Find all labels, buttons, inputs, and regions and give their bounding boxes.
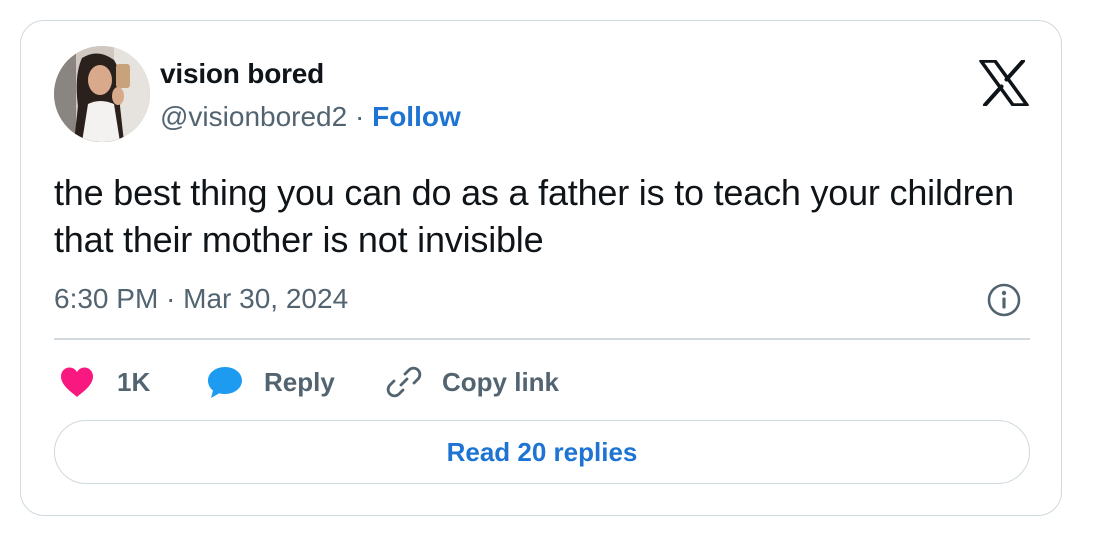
handle-row: @visionbored2 · Follow <box>160 101 461 133</box>
copy-link-button[interactable]: Copy link <box>386 362 559 402</box>
tweet-text: the best thing you can do as a father is… <box>54 172 1014 260</box>
tweet-card: vision bored @visionbored2 · Follow the … <box>20 20 1062 516</box>
avatar[interactable] <box>54 46 150 142</box>
author-handle[interactable]: @visionbored2 <box>160 101 347 132</box>
x-logo-icon[interactable] <box>979 60 1029 106</box>
reply-button[interactable]: Reply <box>206 362 335 402</box>
avatar-photo <box>54 46 150 142</box>
like-button[interactable]: 1K <box>59 362 150 402</box>
speech-bubble-icon <box>208 367 242 398</box>
like-count: 1K <box>117 366 151 397</box>
info-icon[interactable] <box>986 282 1022 318</box>
follow-button[interactable]: Follow <box>372 101 461 132</box>
link-icon <box>386 366 422 398</box>
tweet-timestamp[interactable]: 6:30 PM · Mar 30, 2024 <box>54 283 348 315</box>
author-name[interactable]: vision bored <box>160 58 324 90</box>
copy-link-label: Copy link <box>442 366 560 397</box>
heart-icon <box>61 367 93 397</box>
read-replies-button[interactable]: Read 20 replies <box>54 420 1030 484</box>
separator-dot: · <box>347 101 373 132</box>
reply-label: Reply <box>264 366 335 397</box>
divider <box>54 338 1030 340</box>
